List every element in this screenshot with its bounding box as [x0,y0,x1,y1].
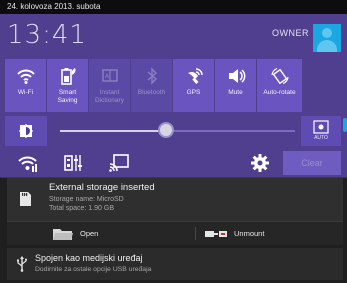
svg-text:A: A [105,73,110,80]
notification-external-storage[interactable]: External storage inserted Storage name: … [7,178,343,221]
toggle-gps[interactable]: GPS [173,59,214,112]
notification-title: External storage inserted [49,182,155,193]
status-bar: 24. kolovoza 2013. subota [0,0,347,14]
notification-subtitle: Dodirnite za ostale opcije USB uređaja [35,266,152,273]
unmount-button[interactable]: Unmount [204,222,264,245]
actions-divider [195,227,196,240]
auto-brightness-label: AUTO [314,135,328,141]
open-button[interactable]: Open [52,222,98,245]
equalizer-button[interactable] [62,152,84,174]
brightness-slider-fill [60,130,166,132]
clock-row: 13:41 OWNER [0,14,347,56]
clock: 13:41 [7,20,87,50]
screen-cast-button[interactable] [108,152,130,174]
brightness-icon [18,123,34,139]
toggle-wifi[interactable]: Wi-Fi [5,59,46,112]
toggle-label: Auto-rotate [263,89,296,96]
open-button-label: Open [80,229,99,238]
screen-cast-icon [109,154,129,172]
bluetooth-icon [147,67,157,85]
notification-actions: Open Unmount [7,221,343,245]
toggle-mute[interactable]: Mute [215,59,256,112]
smart-saving-icon [60,68,76,85]
quick-settings-panel: 13:41 OWNER Wi-Fi Smart Saving A Instant… [0,14,347,178]
avatar[interactable] [313,24,341,52]
usb-icon [13,255,31,273]
wifi-icon [16,69,35,84]
mute-icon [228,69,245,83]
folder-icon [53,228,73,240]
toggle-label: Bluetooth [137,89,166,96]
toggle-label: Wi-Fi [17,89,34,96]
notification-shade: 24. kolovoza 2013. subota 13:41 OWNER Wi… [0,0,347,283]
notification-line: Storage name: MicroSD [49,196,124,203]
unmount-icon [205,230,227,237]
toggle-label: Mute [228,89,243,96]
notification-line: Total space: 1.90 GB [49,205,114,212]
brightness-slider[interactable] [60,130,295,132]
avatar-body-shape [317,40,337,52]
date-text: 24. kolovoza 2013. subota [7,2,101,11]
equalizer-icon [64,155,82,171]
dictionary-icon: A [101,69,118,82]
quick-toggles: Wi-Fi Smart Saving A Instant Dictionary … [5,59,340,112]
owner-label: OWNER [272,28,309,38]
notification-list: External storage inserted Storage name: … [0,178,347,283]
panel-edge-indicator [343,118,347,132]
auto-brightness-button[interactable]: AUTO [301,116,341,146]
toggle-label: Smart Saving [57,89,78,104]
toggle-bluetooth[interactable]: Bluetooth [131,59,172,112]
notification-usb-connection[interactable]: Spojen kao medijski uređaj Dodirnite za … [7,248,343,280]
sd-card-icon [13,187,37,211]
gps-icon [187,68,203,84]
brightness-slider-thumb[interactable] [157,122,174,138]
avatar-head-shape [322,28,332,38]
auto-brightness-icon [313,120,329,134]
gear-icon [251,154,269,172]
notification-title: Spojen kao medijski uređaj [35,253,143,263]
brightness-button[interactable] [5,116,47,146]
quick-settings-bottom-row: Clear [0,148,347,177]
wifi-settings-button[interactable] [17,152,39,174]
auto-rotate-icon [270,67,289,85]
unmount-button-label: Unmount [234,229,265,238]
wifi-settings-icon [18,156,37,172]
brightness-row: AUTO [0,114,347,148]
toggle-smart-saving[interactable]: Smart Saving [47,59,88,112]
toggle-auto-rotate[interactable]: Auto-rotate [257,59,302,112]
toggle-instant-dictionary[interactable]: A Instant Dictionary [89,59,130,112]
toggle-label: GPS [186,89,201,96]
clear-button[interactable]: Clear [283,151,341,175]
settings-button[interactable] [249,152,271,174]
toggle-label: Instant Dictionary [95,89,124,104]
